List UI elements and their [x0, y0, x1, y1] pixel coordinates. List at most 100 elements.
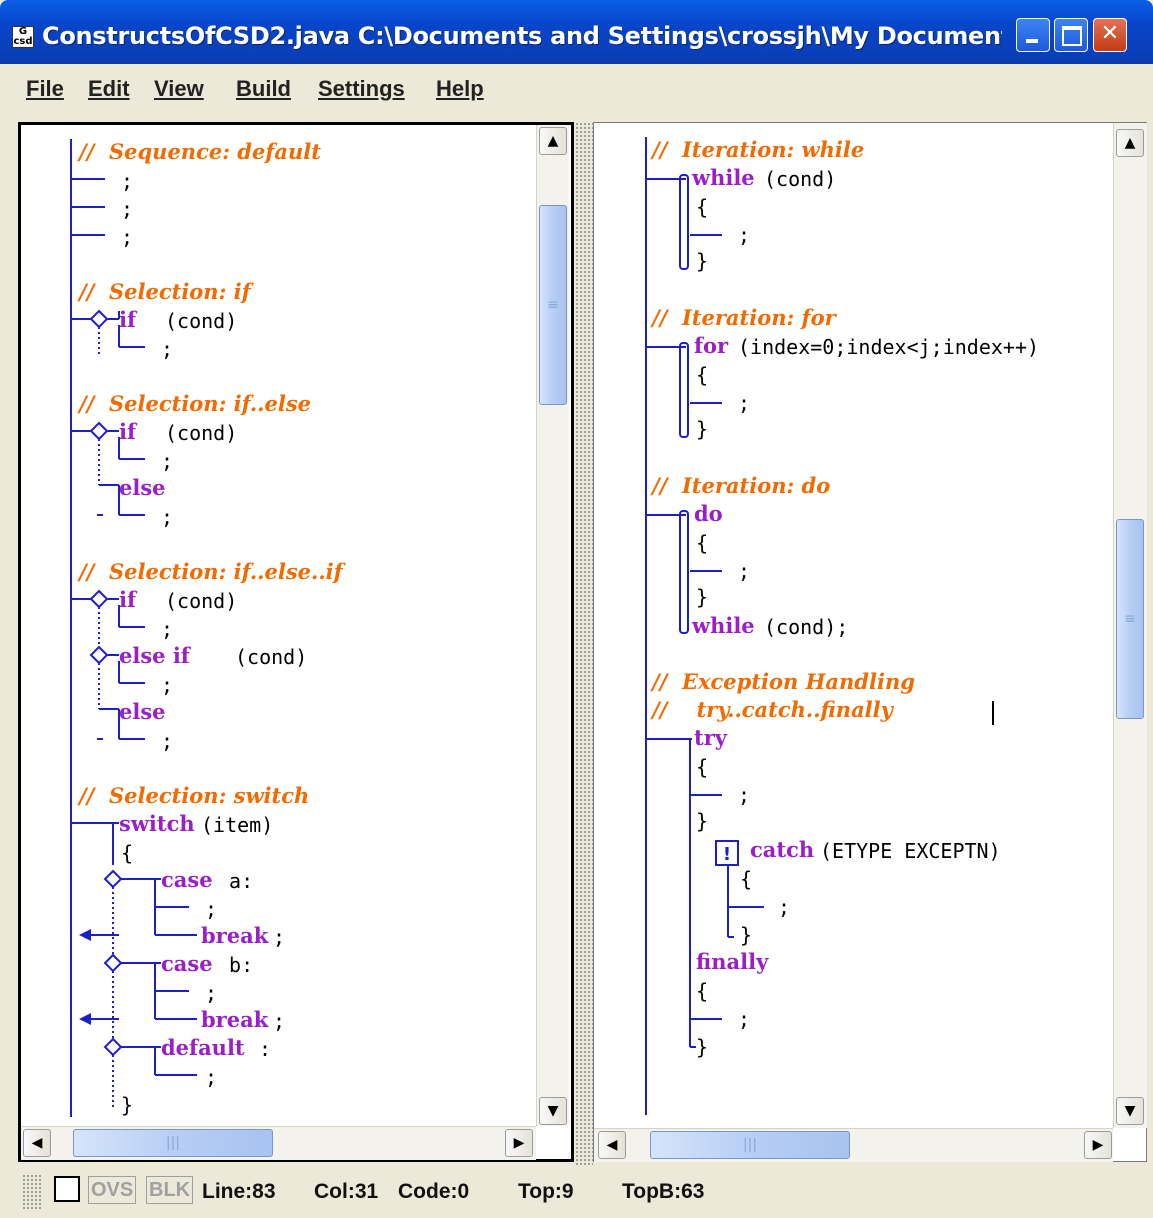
scroll-thumb[interactable]: |||: [73, 1129, 273, 1157]
close-button[interactable]: [1093, 18, 1127, 52]
scroll-up-button[interactable]: ▲: [539, 127, 567, 155]
code-semi: ;: [738, 1007, 751, 1031]
code-semi: ;: [161, 449, 174, 473]
scroll-thumb[interactable]: ≡: [1116, 519, 1144, 719]
code-cond: (cond): [165, 421, 238, 445]
code-close-brace: }: [696, 585, 709, 609]
scroll-right-button[interactable]: ▶: [505, 1129, 533, 1157]
status-checkbox[interactable]: [54, 1176, 80, 1202]
maximize-button[interactable]: [1054, 18, 1088, 52]
status-grip: [22, 1174, 42, 1210]
window-title: ConstructsOfCSD2.java C:\Documents and S…: [42, 22, 1002, 50]
menu-file[interactable]: File: [26, 76, 64, 102]
right-editor-pane[interactable]: ! // Iteration: while while (cond) { ; }…: [593, 122, 1147, 1162]
code-semi: ;: [121, 169, 134, 193]
code-semi: ;: [273, 925, 286, 949]
code-open-brace: {: [696, 755, 709, 779]
menu-edit[interactable]: Edit: [88, 76, 130, 102]
topb-indicator: TopB:63: [622, 1180, 705, 1203]
svg-text:!: !: [723, 844, 731, 865]
code-case-b: b:: [217, 953, 254, 977]
csd-graphics-right: !: [645, 137, 764, 1115]
right-horizontal-scrollbar[interactable]: ◀ ||| ▶: [594, 1128, 1113, 1162]
code-cond: (cond): [165, 589, 238, 613]
code-semi: ;: [273, 1009, 286, 1033]
grip-icon: ≡: [547, 297, 559, 313]
scroll-up-button[interactable]: ▲: [1116, 129, 1144, 157]
code-case-a: a:: [217, 869, 254, 893]
keyword-if: if: [119, 419, 137, 444]
menu-help[interactable]: Help: [436, 76, 484, 102]
left-horizontal-scrollbar[interactable]: ◀ ||| ▶: [21, 1126, 536, 1160]
text-cursor: [992, 701, 994, 725]
code-colon: :: [259, 1037, 272, 1061]
code-semi: ;: [121, 197, 134, 221]
minimize-button[interactable]: [1016, 18, 1050, 52]
code-cond: (cond): [165, 309, 238, 333]
right-vertical-scrollbar[interactable]: ▲ ≡ ▼: [1113, 123, 1147, 1128]
keyword-do: do: [694, 501, 723, 526]
app-icon[interactable]: Gcsd: [12, 26, 34, 48]
status-bar: OVS BLK Line:83 Col:31 Code:0 Top:9 TopB…: [0, 1166, 1153, 1218]
code-indicator: Code:0: [398, 1180, 470, 1203]
code-semi: ;: [121, 225, 134, 249]
comment-if-else: // Selection: if..else: [79, 391, 312, 416]
blk-indicator: BLK: [146, 1176, 194, 1204]
keyword-break: break: [201, 1007, 269, 1032]
code-open-brace: {: [696, 363, 709, 387]
scroll-thumb[interactable]: |||: [650, 1131, 850, 1159]
comment-switch: // Selection: switch: [79, 783, 310, 808]
comment-if-else-if: // Selection: if..else..if: [79, 559, 343, 584]
pane-splitter[interactable]: [575, 122, 593, 1166]
code-open-brace: {: [740, 867, 753, 891]
code-open-brace: {: [696, 531, 709, 555]
menu-build[interactable]: Build: [236, 76, 291, 102]
code-semi: ;: [738, 783, 751, 807]
keyword-default: default: [161, 1035, 245, 1060]
code-close-brace: }: [740, 923, 753, 947]
code-semi: ;: [161, 673, 174, 697]
code-semi: ;: [738, 391, 751, 415]
keyword-break: break: [201, 923, 269, 948]
scroll-left-button[interactable]: ◀: [598, 1131, 626, 1159]
left-editor-pane[interactable]: // Sequence: default ; ; ; // Selection:…: [18, 122, 574, 1162]
scroll-down-button[interactable]: ▼: [539, 1097, 567, 1125]
code-semi: ;: [778, 895, 791, 919]
code-semi: ;: [738, 559, 751, 583]
comment-for: // Iteration: for: [652, 305, 836, 330]
code-semi: ;: [738, 223, 751, 247]
grip-icon: |||: [742, 1137, 758, 1153]
left-vertical-scrollbar[interactable]: ▲ ≡ ▼: [536, 125, 569, 1126]
code-semi: ;: [161, 617, 174, 641]
code-semi: ;: [161, 505, 174, 529]
comment-if: // Selection: if: [79, 279, 251, 304]
grip-icon: ≡: [1124, 611, 1136, 627]
code-semi: ;: [205, 897, 218, 921]
top-indicator: Top:9: [518, 1180, 574, 1203]
keyword-finally: finally: [696, 949, 769, 974]
keyword-for: for: [694, 333, 729, 358]
code-semi: ;: [161, 337, 174, 361]
comment-sequence: // Sequence: default: [79, 139, 321, 164]
code-semi: ;: [205, 1065, 218, 1089]
code-for-args: (index=0;index<j;index++): [738, 335, 1040, 359]
keyword-catch: catch: [750, 837, 815, 862]
scroll-right-button[interactable]: ▶: [1084, 1131, 1112, 1159]
line-indicator: Line:83: [202, 1180, 276, 1203]
comment-while: // Iteration: while: [652, 137, 865, 162]
menu-settings[interactable]: Settings: [318, 76, 405, 102]
col-indicator: Col:31: [314, 1180, 379, 1203]
code-open-brace: {: [696, 979, 709, 1003]
csd-graphics-left: [70, 139, 197, 1117]
code-close-brace: }: [696, 249, 709, 273]
keyword-case: case: [161, 951, 213, 976]
keyword-else: else: [119, 475, 166, 500]
scroll-left-button[interactable]: ◀: [23, 1129, 51, 1157]
code-catch-args: (ETYPE EXCEPTN): [820, 839, 1001, 863]
scroll-down-button[interactable]: ▼: [1116, 1097, 1144, 1125]
grip-icon: |||: [165, 1135, 181, 1151]
keyword-switch: switch: [119, 811, 195, 836]
scroll-thumb[interactable]: ≡: [539, 205, 567, 405]
menu-view[interactable]: View: [154, 76, 204, 102]
code-close-brace: }: [696, 809, 709, 833]
